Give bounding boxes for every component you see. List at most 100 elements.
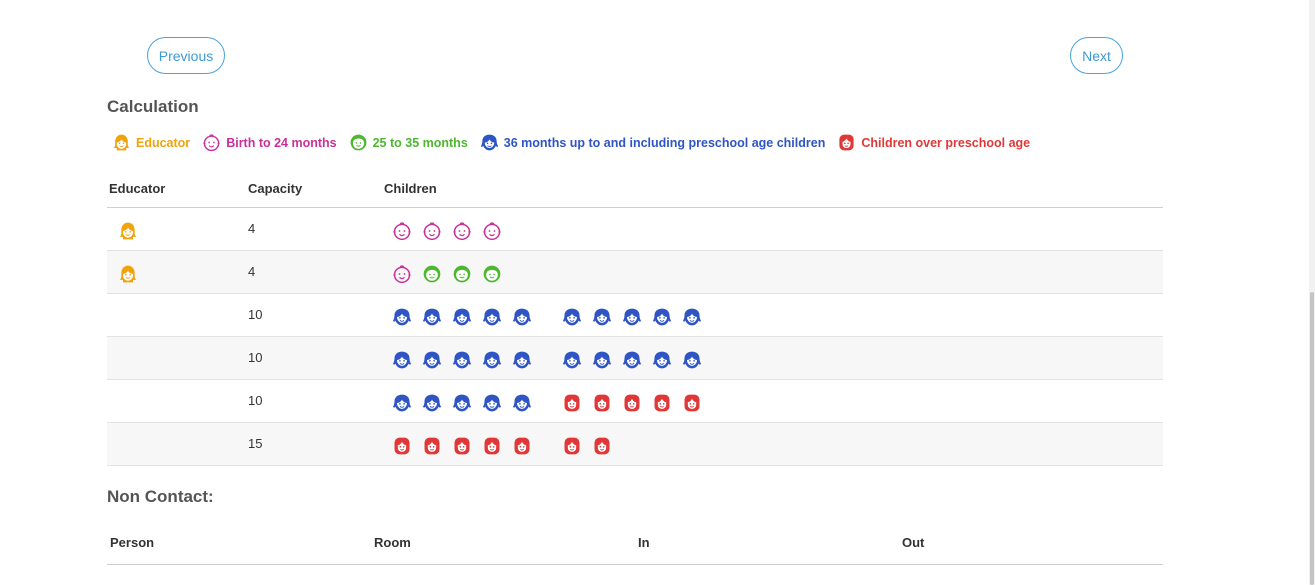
preschool-child-icon — [512, 308, 532, 326]
legend-item-educator: Educator — [112, 133, 190, 152]
table-row: 10 — [107, 380, 1163, 423]
educator-icon — [119, 222, 137, 240]
preschool-child-icon — [512, 351, 532, 369]
capacity-cell: 10 — [248, 350, 263, 365]
legend: Educator Birth to 24 months 25 to 35 mon… — [112, 133, 1042, 152]
capacity-cell: 10 — [248, 307, 263, 322]
table-row: 10 — [107, 294, 1163, 337]
legend-item-m25_35: 25 to 35 months — [349, 133, 468, 152]
header-children: Children — [384, 181, 437, 196]
school-child-icon — [484, 437, 500, 455]
school-child-icon — [454, 437, 470, 455]
children-cell — [384, 251, 1163, 293]
legend-label: Educator — [136, 135, 191, 150]
preschool-child-icon — [682, 308, 702, 326]
header-person: Person — [110, 534, 155, 550]
preschool-child-icon — [482, 394, 502, 412]
non-contact-table-header: Person Room In Out — [107, 520, 1163, 565]
legend-label: Birth to 24 months — [226, 135, 337, 150]
capacity-cell: 4 — [248, 264, 256, 279]
non-contact-table: Person Room In Out — [107, 520, 1163, 565]
toddler-icon — [483, 265, 501, 283]
header-in: In — [638, 534, 650, 550]
baby-icon — [393, 265, 411, 284]
children-cell — [384, 423, 1163, 465]
toddler-icon — [423, 265, 441, 283]
preschool-child-icon — [652, 351, 672, 369]
preschool-child-icon — [392, 308, 412, 326]
table-row: 4 — [107, 208, 1163, 251]
legend-label: 36 months up to and including preschool … — [503, 135, 826, 150]
preschool-child-icon — [452, 308, 472, 326]
legend-label: Children over preschool age — [861, 135, 1031, 150]
school-child-icon — [394, 437, 410, 455]
baby-icon — [453, 222, 471, 241]
school-child-icon — [624, 394, 640, 412]
educator-cell — [107, 294, 248, 336]
preschool-child-icon — [480, 134, 498, 151]
preschool-child-icon — [452, 394, 472, 412]
header-out: Out — [902, 534, 925, 550]
calculation-title: Calculation — [107, 97, 199, 116]
educator-cell — [107, 208, 248, 250]
header-educator: Educator — [109, 181, 166, 196]
school-child-icon — [654, 394, 670, 412]
table-row: 4 — [107, 251, 1163, 294]
school-child-icon — [594, 437, 610, 455]
preschool-child-icon — [452, 351, 472, 369]
calculation-table-header: Educator Capacity Children — [107, 170, 1163, 208]
table-row: 10 — [107, 337, 1163, 380]
toddler-icon — [350, 134, 367, 151]
preschool-child-icon — [562, 308, 582, 326]
children-cell — [384, 337, 1163, 379]
educator-icon — [119, 265, 137, 283]
preschool-child-icon — [592, 308, 612, 326]
educator-icon — [113, 134, 130, 151]
preschool-child-icon — [512, 394, 532, 412]
preschool-child-icon — [392, 394, 412, 412]
previous-button[interactable]: Previous — [147, 37, 225, 74]
children-cell — [384, 294, 1163, 336]
baby-icon — [483, 222, 501, 241]
school-child-icon — [424, 437, 440, 455]
calculation-table-body: 4 4 10 10 10 15 — [107, 208, 1163, 466]
legend-item-birth24: Birth to 24 months — [202, 133, 337, 152]
legend-item-overpreschool: Children over preschool age — [837, 133, 1030, 152]
educator-cell — [107, 337, 248, 379]
calculation-table: Educator Capacity Children 4 4 10 10 10 … — [107, 170, 1163, 466]
school-child-icon — [564, 437, 580, 455]
table-row: 15 — [107, 423, 1163, 466]
school-child-icon — [514, 437, 530, 455]
next-button[interactable]: Next — [1070, 37, 1123, 74]
school-child-icon — [684, 394, 700, 412]
legend-label: 25 to 35 months — [372, 135, 468, 150]
preschool-child-icon — [652, 308, 672, 326]
preschool-child-icon — [562, 351, 582, 369]
preschool-child-icon — [622, 308, 642, 326]
header-room: Room — [374, 534, 411, 550]
children-cell — [384, 208, 1163, 250]
preschool-child-icon — [422, 351, 442, 369]
legend-item-preschool: 36 months up to and including preschool … — [480, 133, 826, 152]
capacity-cell: 4 — [248, 221, 256, 236]
toddler-icon — [453, 265, 471, 283]
school-child-icon — [564, 394, 580, 412]
baby-icon — [203, 134, 220, 152]
preschool-child-icon — [422, 394, 442, 412]
educator-cell — [107, 423, 248, 465]
preschool-child-icon — [592, 351, 612, 369]
children-cell — [384, 380, 1163, 422]
capacity-cell: 10 — [248, 393, 263, 408]
preschool-child-icon — [392, 351, 412, 369]
preschool-child-icon — [422, 308, 442, 326]
non-contact-title: Non Contact: — [107, 487, 214, 506]
scrollbar-thumb[interactable] — [1310, 292, 1314, 585]
baby-icon — [393, 222, 411, 241]
school-child-icon — [839, 134, 854, 151]
header-capacity: Capacity — [248, 181, 303, 196]
educator-cell — [107, 380, 248, 422]
preschool-child-icon — [622, 351, 642, 369]
scrollbar[interactable] — [1309, 0, 1315, 585]
school-child-icon — [594, 394, 610, 412]
preschool-child-icon — [482, 351, 502, 369]
